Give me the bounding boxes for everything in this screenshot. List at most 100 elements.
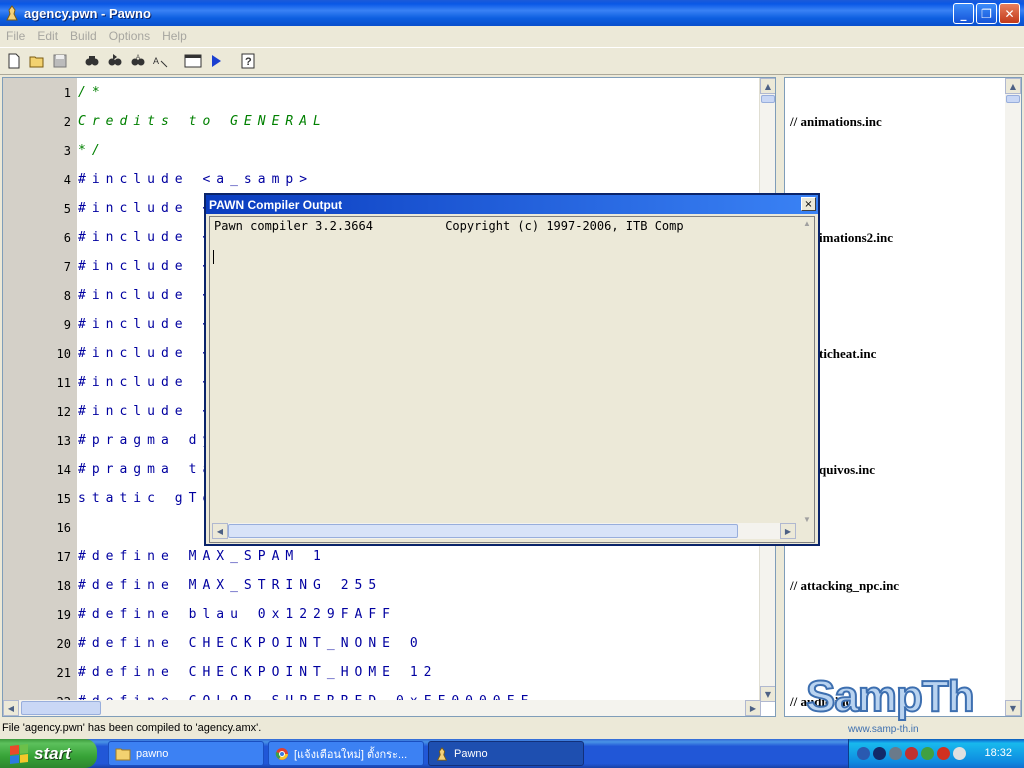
line-number: 9 — [63, 317, 71, 332]
list-item[interactable]: quivos.inc — [819, 462, 875, 478]
code-line[interactable]: 18 #define MAX_STRING 255 — [3, 571, 763, 600]
editor-horizontal-scrollbar[interactable]: ◀ ▶ — [3, 700, 761, 716]
scroll-left-icon[interactable]: ◀ — [212, 523, 228, 539]
media-icon[interactable] — [873, 747, 886, 760]
dialog-close-button[interactable]: × — [801, 197, 816, 211]
compile-icon[interactable] — [182, 50, 204, 72]
code-line[interactable]: 2 Credits to GENERAL — [3, 107, 763, 136]
watermark-url: www.samp-th.in — [848, 724, 919, 735]
scroll-down-icon[interactable]: ▼ — [760, 686, 775, 702]
panel-vertical-scrollbar[interactable]: ▲ ▼ — [1005, 78, 1021, 716]
title-bar[interactable]: agency.pwn - Pawno _ ❐ ✕ — [0, 0, 1024, 26]
menu-edit[interactable]: Edit — [31, 29, 64, 43]
run-icon[interactable] — [205, 50, 227, 72]
help-icon[interactable]: ? — [237, 50, 259, 72]
code-line[interactable]: 17 #define MAX_SPAM 1 — [3, 542, 763, 571]
code-text: #include < — [78, 375, 217, 390]
start-label: start — [34, 743, 71, 763]
window-title: agency.pwn - Pawno — [24, 5, 151, 21]
code-text: #define CHECKPOINT_NONE 0 — [78, 636, 424, 651]
scroll-right-icon[interactable]: ▶ — [745, 700, 761, 716]
line-number: 17 — [56, 549, 71, 564]
scroll-down-icon[interactable]: ▼ — [1005, 700, 1021, 716]
svg-text:?: ? — [245, 56, 252, 68]
code-text: #define blau 0x1229FAFF — [78, 607, 397, 622]
text-caret — [213, 250, 214, 264]
code-text: #include < — [78, 230, 217, 245]
code-text: #include < — [78, 404, 217, 419]
open-folder-icon[interactable] — [26, 50, 48, 72]
code-text: #define CHECKPOINT_HOME 12 — [78, 665, 438, 680]
taskbar: start pawno [แจ้งเตือนใหม่] ตั้งกระ... P… — [0, 739, 1024, 768]
list-item[interactable]: // animations.inc — [790, 114, 882, 130]
clock-app-icon[interactable] — [953, 747, 966, 760]
list-item[interactable]: // attacking_npc.inc — [790, 578, 899, 594]
minimize-button[interactable]: _ — [953, 3, 974, 24]
line-number: 1 — [63, 85, 71, 100]
list-item[interactable]: imations2.inc — [819, 230, 893, 246]
save-icon[interactable] — [49, 50, 71, 72]
compiler-output-text[interactable]: Pawn compiler 3.2.3664 Copyright (c) 199… — [209, 216, 815, 543]
security-icon[interactable] — [905, 747, 918, 760]
app-tray-icon[interactable] — [937, 747, 950, 760]
code-line[interactable]: 21 #define CHECKPOINT_HOME 12 — [3, 658, 763, 687]
line-number: 18 — [56, 578, 71, 593]
speaker-icon[interactable] — [889, 747, 902, 760]
menu-file[interactable]: File — [0, 29, 31, 43]
start-button[interactable]: start — [0, 739, 97, 768]
code-text: #define MAX_SPAM 1 — [78, 549, 327, 564]
windows-logo-icon — [10, 743, 28, 764]
code-line[interactable]: 19 #define blau 0x1229FAFF — [3, 600, 763, 629]
line-number: 11 — [56, 375, 71, 390]
code-text: Credits to GENERAL — [78, 114, 327, 129]
close-button[interactable]: ✕ — [999, 3, 1020, 24]
compiler-output-dialog[interactable]: PAWN Compiler Output × Pawn compiler 3.2… — [204, 193, 820, 546]
menu-build[interactable]: Build — [64, 29, 103, 43]
code-line[interactable]: 3 */ — [3, 136, 763, 165]
dialog-title: PAWN Compiler Output — [206, 195, 818, 214]
find-icon[interactable] — [81, 50, 103, 72]
scroll-left-icon[interactable]: ◀ — [3, 700, 19, 716]
scroll-right-icon[interactable]: ▶ — [780, 523, 796, 539]
menu-help[interactable]: Help — [156, 29, 193, 43]
watermark-text: SampTh — [805, 671, 976, 722]
watermark-logo: SampTh www.samp-th.in — [805, 671, 1006, 742]
clock[interactable]: 18:32 — [984, 747, 1012, 759]
new-file-icon[interactable] — [3, 50, 25, 72]
code-line[interactable]: 20 #define CHECKPOINT_NONE 0 — [3, 629, 763, 658]
task-button-pawno-folder[interactable]: pawno — [108, 741, 264, 766]
code-line[interactable]: 1 /* — [3, 78, 763, 107]
scroll-up-icon[interactable]: ▲ — [760, 78, 775, 94]
task-button-chrome[interactable]: [แจ้งเตือนใหม่] ตั้งกระ... — [268, 741, 424, 766]
dialog-horizontal-scrollbar[interactable]: ◀ ▶ — [212, 523, 796, 539]
line-number: 4 — [63, 172, 71, 187]
line-number: 3 — [63, 143, 71, 158]
chrome-icon — [275, 747, 288, 760]
maximize-button[interactable]: ❐ — [976, 3, 997, 24]
folder-icon — [115, 748, 131, 760]
code-text: #pragma ta — [78, 462, 217, 477]
line-number: 8 — [63, 288, 71, 303]
replace-icon[interactable]: A — [127, 50, 149, 72]
code-text: #include < — [78, 346, 217, 361]
pawno-icon — [6, 5, 18, 21]
goto-icon[interactable]: A — [150, 50, 172, 72]
scroll-up-icon[interactable]: ▲ — [1005, 78, 1021, 94]
code-text: static gTe — [78, 491, 217, 506]
svg-text:A: A — [136, 55, 140, 61]
code-text: */ — [78, 143, 106, 158]
list-item[interactable]: ticheat.inc — [819, 346, 876, 362]
code-text: #include < — [78, 288, 217, 303]
find-next-icon[interactable] — [104, 50, 126, 72]
line-number: 6 — [63, 230, 71, 245]
line-number: 12 — [56, 404, 71, 419]
network-icon[interactable] — [857, 747, 870, 760]
code-line[interactable]: 4 #include <a_samp> — [3, 165, 763, 194]
menu-bar: File Edit Build Options Help — [0, 26, 1024, 46]
task-button-pawno[interactable]: Pawno — [428, 741, 584, 766]
line-number: 5 — [63, 201, 71, 216]
menu-options[interactable]: Options — [103, 29, 156, 43]
dialog-vertical-scrollbar[interactable]: ▲ ▼ — [800, 219, 814, 524]
code-text: #include < — [78, 317, 217, 332]
antivirus-icon[interactable] — [921, 747, 934, 760]
